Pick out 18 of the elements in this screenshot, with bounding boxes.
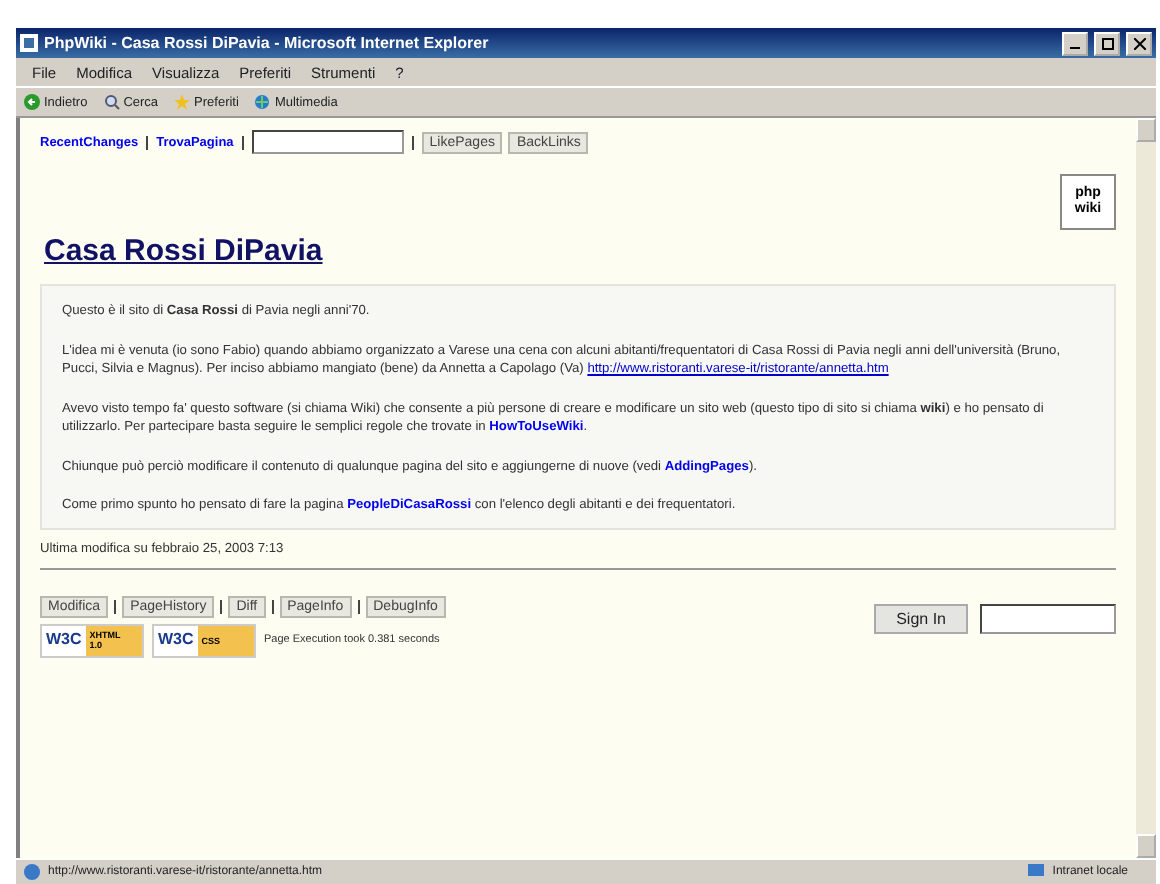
browser-icon: [20, 34, 38, 52]
sign-in-button[interactable]: Sign In: [874, 604, 968, 634]
username-field[interactable]: [980, 604, 1116, 634]
network-icon: [1028, 864, 1045, 880]
star-icon: [174, 94, 191, 110]
window-title: PhpWiki - Casa Rossi DiPavia - Microsoft Internet Explorer: [44, 34, 491, 52]
close-button[interactable]: [1126, 31, 1152, 55]
maximize-icon: [1101, 37, 1113, 49]
back-arrow-icon: [24, 94, 40, 110]
search-field[interactable]: [251, 130, 404, 154]
globe-icon: [254, 94, 271, 110]
maximize-button[interactable]: [1094, 31, 1120, 55]
page-icon: [24, 864, 40, 880]
minimize-button[interactable]: [1062, 31, 1088, 55]
close-icon: [1133, 37, 1145, 49]
scrollbar[interactable]: [1136, 118, 1156, 858]
search-icon: [103, 94, 120, 110]
page-title[interactable]: Casa Rossi DiPavia: [44, 234, 323, 268]
